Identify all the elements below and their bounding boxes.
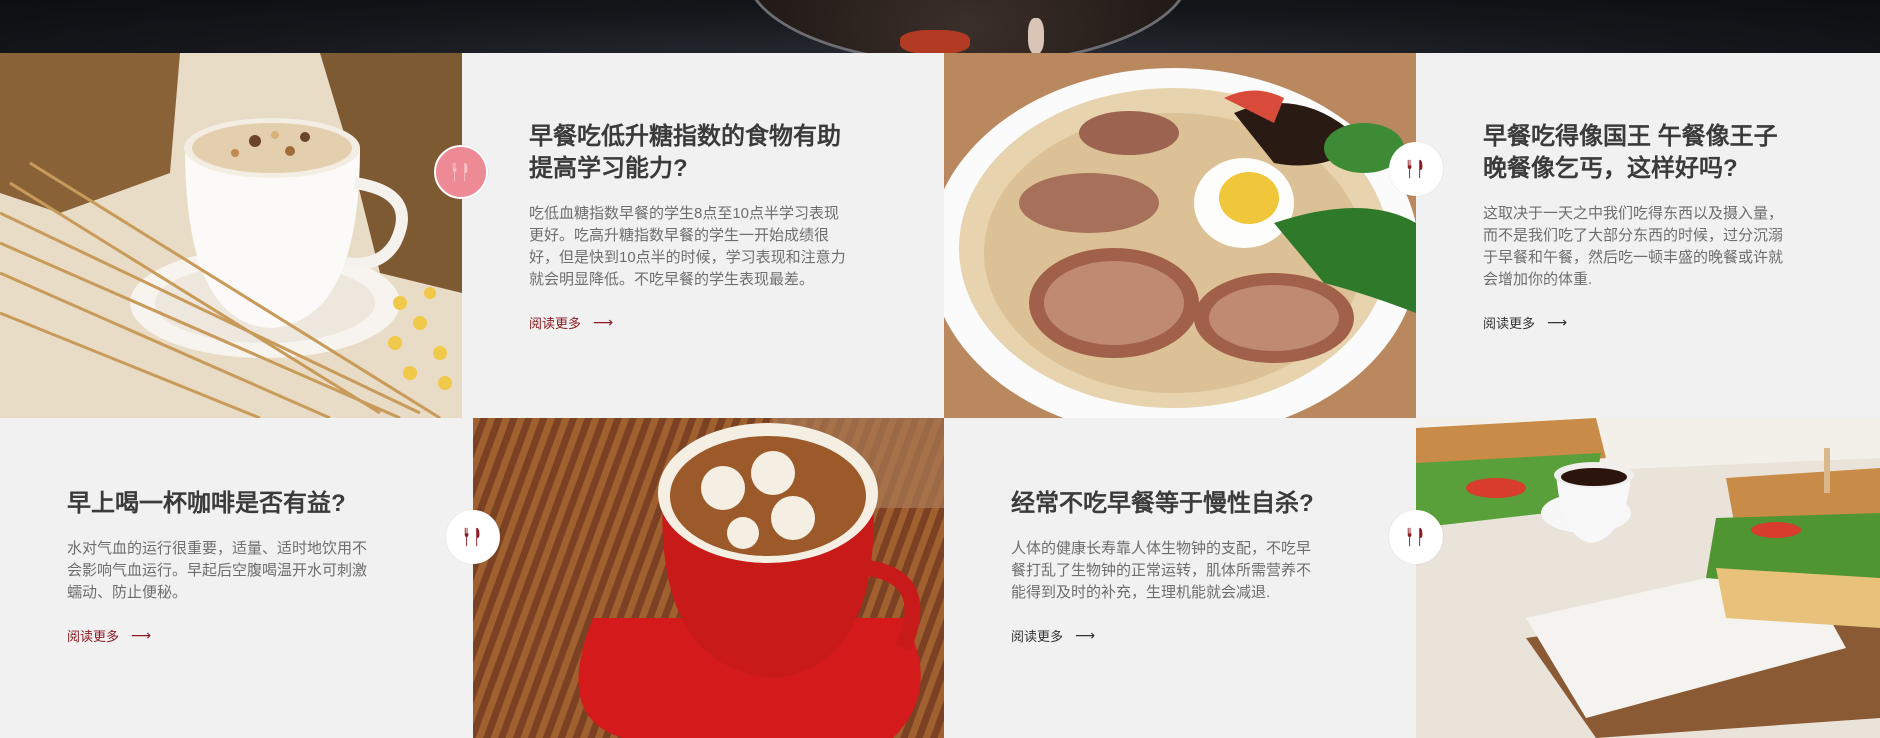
article-excerpt: 吃低血糖指数早餐的学生8点至10点半学习表现 更好。吃高升糖指数早餐的学生一开始… (529, 203, 944, 291)
article-title[interactable]: 经常不吃早餐等于慢性自杀? (1011, 488, 1416, 520)
arrow-right-icon: ⟶ (1547, 314, 1568, 330)
read-more-link[interactable]: 阅读更多 ⟶ (529, 313, 613, 332)
article-card-3: 早上喝一杯咖啡是否有益? 水对气血的运行很重要，适量、适时地饮用不 会影响气血运… (0, 418, 473, 738)
excerpt-line: 蠕动、防止便秘。 (67, 584, 188, 601)
title-line[interactable]: 晚餐像乞丐，这样好吗? (1483, 155, 1738, 182)
category-badge[interactable] (446, 510, 500, 564)
utensils-icon (452, 162, 468, 182)
article-card-2: 早餐吃得像国王 午餐像王子 晚餐像乞丐，这样好吗? 这取决于一天之中我们吃得东西… (1416, 53, 1880, 418)
article-card-1: 早餐吃低升糖指数的食物有助 提高学习能力? 吃低血糖指数早餐的学生8点至10点半… (462, 53, 944, 418)
arrow-right-icon: ⟶ (593, 314, 614, 330)
read-more-link[interactable]: 阅读更多 ⟶ (1483, 313, 1567, 332)
article-grid: 早餐吃低升糖指数的食物有助 提高学习能力? 吃低血糖指数早餐的学生8点至10点半… (0, 53, 1880, 738)
title-line[interactable]: 经常不吃早餐等于慢性自杀? (1011, 490, 1314, 517)
title-line[interactable]: 早餐吃得像国王 午餐像王子 (1483, 123, 1778, 150)
latte-art-cup-icon (473, 418, 944, 738)
read-more-label[interactable]: 阅读更多 (1483, 313, 1535, 332)
excerpt-line: 水对气血的运行很重要，适量、适时地饮用不 (67, 540, 368, 557)
article-excerpt: 人体的健康长寿靠人体生物钟的支配，不吃早 餐打乱了生物钟的正常运转，肌体所需营养… (1011, 538, 1416, 604)
read-more-label[interactable]: 阅读更多 (1011, 626, 1063, 645)
arrow-right-icon: ⟶ (131, 627, 152, 643)
utensils-icon (464, 527, 480, 547)
title-line[interactable]: 早上喝一杯咖啡是否有益? (67, 490, 346, 517)
utensils-icon (1407, 527, 1423, 547)
article-image-ramen[interactable] (944, 53, 1416, 418)
article-title[interactable]: 早餐吃低升糖指数的食物有助 提高学习能力? (529, 121, 944, 185)
article-image-cereal[interactable] (0, 53, 462, 418)
cereal-milk-cup-icon (0, 53, 462, 418)
hero-image-strip (0, 0, 1880, 53)
utensils-icon (1407, 159, 1423, 179)
article-image-sandwich[interactable] (1416, 418, 1880, 738)
excerpt-line: 而不是我们吃了大部分东西的时候，过分沉溺 (1483, 227, 1784, 244)
title-line[interactable]: 提高学习能力? (529, 155, 688, 182)
category-badge[interactable] (434, 145, 488, 199)
excerpt-line: 于早餐和午餐，然后吃一顿丰盛的晚餐或许就 (1483, 249, 1784, 266)
category-badge[interactable] (1389, 510, 1443, 564)
read-more-label[interactable]: 阅读更多 (529, 313, 581, 332)
article-excerpt: 这取决于一天之中我们吃得东西以及摄入量， 而不是我们吃了大部分东西的时候，过分沉… (1483, 203, 1880, 291)
bowl-food-piece (1028, 18, 1044, 53)
article-title[interactable]: 早餐吃得像国王 午餐像王子 晚餐像乞丐，这样好吗? (1483, 121, 1880, 185)
title-line[interactable]: 早餐吃低升糖指数的食物有助 (529, 123, 841, 150)
article-excerpt: 水对气血的运行很重要，适量、适时地饮用不 会影响气血运行。早起后空腹喝温开水可刺… (67, 538, 473, 604)
excerpt-line: 能得到及时的补充，生理机能就会减退. (1011, 584, 1271, 601)
read-more-label[interactable]: 阅读更多 (67, 626, 119, 645)
category-badge[interactable] (1389, 142, 1443, 196)
excerpt-line: 会增加你的体重. (1483, 271, 1593, 288)
excerpt-line: 会影响气血运行。早起后空腹喝温开水可刺激 (67, 562, 368, 579)
article-image-latte[interactable] (473, 418, 944, 738)
excerpt-line: 好，但是快到10点半的时候，学习表现和注意力 (529, 249, 846, 266)
excerpt-line: 人体的健康长寿靠人体生物钟的支配，不吃早 (1011, 540, 1312, 557)
article-card-4: 经常不吃早餐等于慢性自杀? 人体的健康长寿靠人体生物钟的支配，不吃早 餐打乱了生… (944, 418, 1416, 738)
arrow-right-icon: ⟶ (1075, 627, 1096, 643)
read-more-link[interactable]: 阅读更多 ⟶ (1011, 626, 1095, 645)
sandwich-coffee-icon (1416, 418, 1880, 738)
article-title[interactable]: 早上喝一杯咖啡是否有益? (67, 488, 473, 520)
excerpt-line: 更好。吃高升糖指数早餐的学生一开始成绩很 (529, 227, 830, 244)
excerpt-line: 吃低血糖指数早餐的学生8点至10点半学习表现 (529, 205, 840, 222)
bowl-food-piece (900, 30, 970, 53)
excerpt-line: 就会明显降低。不吃早餐的学生表现最差。 (529, 271, 815, 288)
read-more-link[interactable]: 阅读更多 ⟶ (67, 626, 151, 645)
ramen-bowl-icon (944, 53, 1416, 418)
excerpt-line: 这取决于一天之中我们吃得东西以及摄入量， (1483, 205, 1784, 222)
excerpt-line: 餐打乱了生物钟的正常运转，肌体所需营养不 (1011, 562, 1312, 579)
